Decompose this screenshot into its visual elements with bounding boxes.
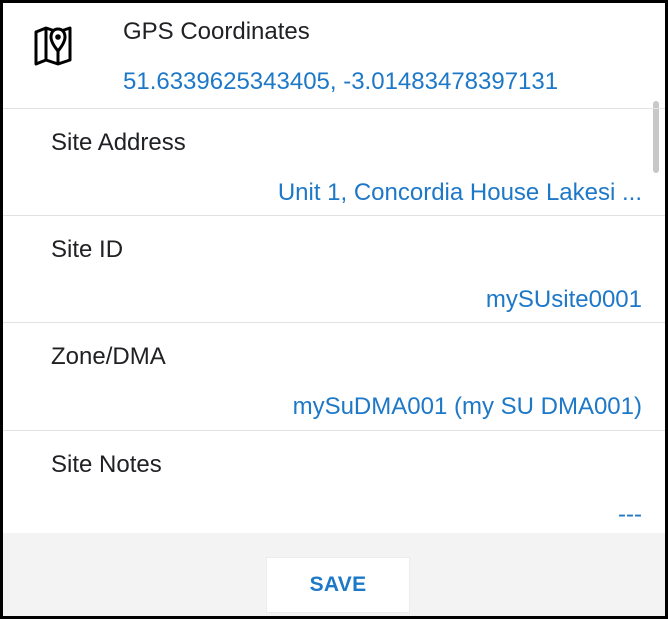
site-notes-row[interactable]: Site Notes --- [3, 431, 665, 533]
site-address-label: Site Address [51, 129, 186, 156]
save-button[interactable]: SAVE [266, 557, 410, 613]
site-id-row[interactable]: Site ID mySUsite0001 [3, 216, 665, 323]
site-id-value: mySUsite0001 [485, 286, 642, 313]
app-frame: GPS Coordinates 51.6339625343405, -3.014… [0, 0, 668, 619]
zone-dma-row[interactable]: Zone/DMA mySuDMA001 (my SU DMA001) [3, 323, 665, 431]
zone-dma-value: mySuDMA001 (my SU DMA001) [292, 393, 642, 420]
site-address-value: Unit 1, Concordia House Lakesi ... [277, 179, 642, 206]
map-pin-icon [34, 26, 72, 66]
site-address-row[interactable]: Site Address Unit 1, Concordia House Lak… [3, 109, 665, 216]
footer-action-bar: SAVE [3, 533, 665, 616]
gps-coordinates-label: GPS Coordinates [123, 18, 310, 45]
zone-dma-label: Zone/DMA [51, 343, 166, 370]
gps-coordinates-row[interactable]: GPS Coordinates 51.6339625343405, -3.014… [3, 3, 665, 109]
gps-coordinates-value: 51.6339625343405, -3.01483478397131 [123, 68, 559, 95]
site-id-label: Site ID [51, 236, 124, 263]
site-notes-value: --- [618, 501, 642, 528]
site-details-list[interactable]: GPS Coordinates 51.6339625343405, -3.014… [3, 3, 665, 533]
site-notes-label: Site Notes [51, 451, 162, 478]
